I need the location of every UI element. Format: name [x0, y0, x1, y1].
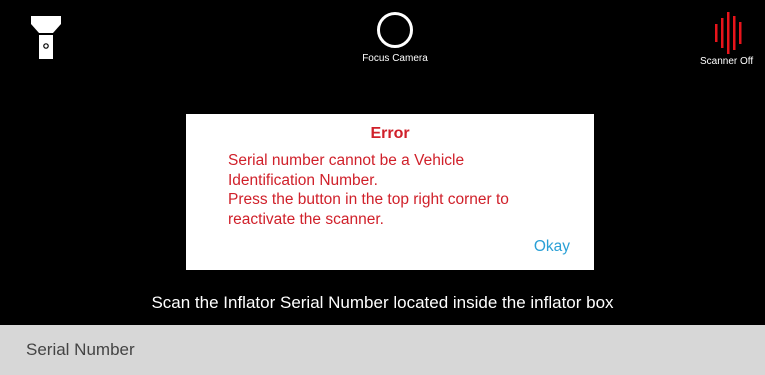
error-dialog: Error Serial number cannot be a Vehicle …	[186, 114, 594, 270]
scan-instruction: Scan the Inflator Serial Number located …	[151, 293, 614, 312]
dialog-message: Serial number cannot be a Vehicle Identi…	[228, 152, 509, 228]
focus-circle-icon	[377, 12, 413, 48]
serial-number-input[interactable]	[0, 325, 765, 375]
scanner-status-label: Scanner Off	[700, 56, 754, 67]
focus-camera-button[interactable]: Focus Camera	[345, 12, 445, 72]
flashlight-button[interactable]	[28, 14, 64, 62]
dialog-title: Error	[370, 125, 410, 142]
barcode-scanner-icon	[715, 12, 742, 54]
flashlight-icon	[31, 16, 61, 59]
focus-camera-label: Focus Camera	[362, 53, 428, 64]
okay-button[interactable]: Okay	[534, 238, 570, 256]
scanner-toggle-button[interactable]: Scanner Off	[694, 12, 765, 72]
scanner-screen: Focus Camera Scanner Off Error Serial nu…	[0, 0, 765, 375]
